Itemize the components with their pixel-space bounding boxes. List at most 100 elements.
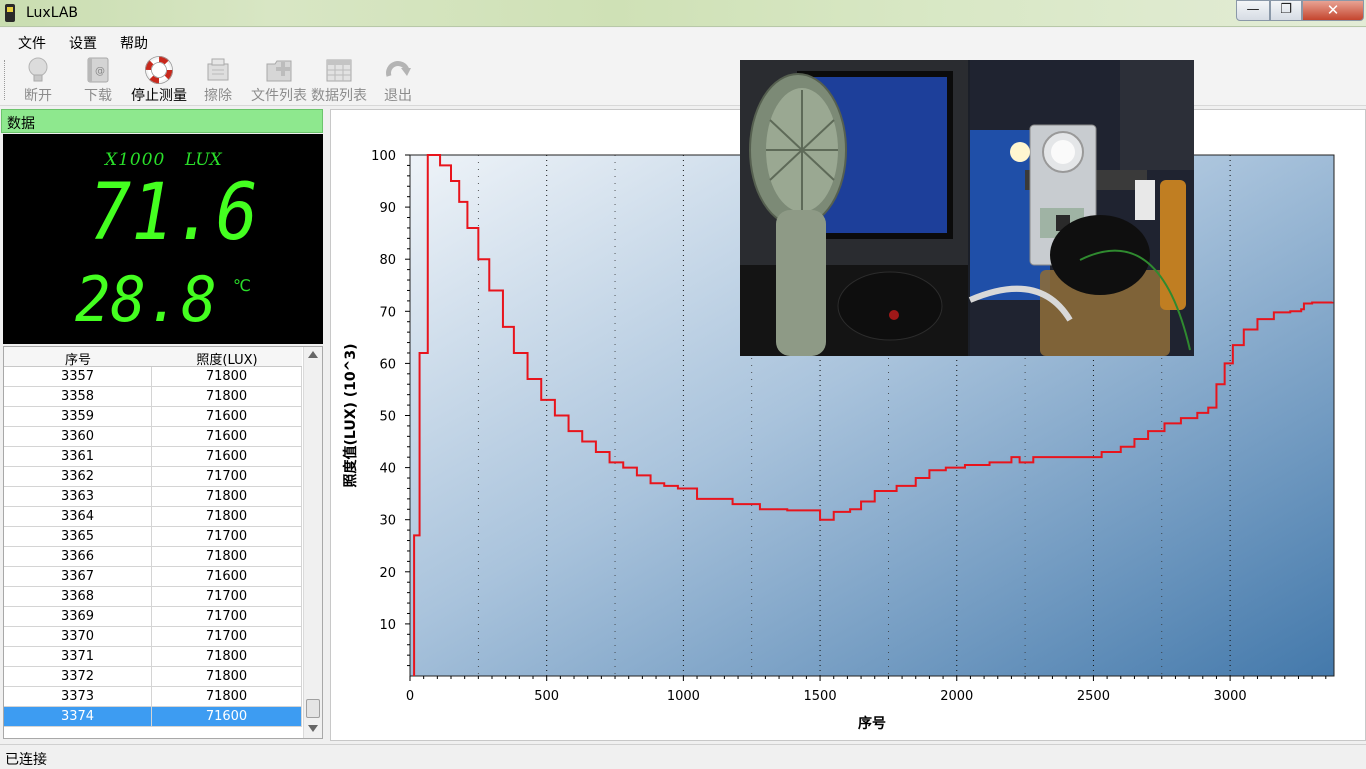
cell-lux: 71600	[152, 427, 302, 446]
erase-icon	[203, 56, 233, 84]
y-tick-label: 30	[379, 514, 396, 529]
cell-index: 3371	[4, 647, 152, 666]
y-tick-label: 10	[379, 618, 396, 633]
y-tick-label: 80	[379, 253, 396, 268]
cell-index: 3357	[4, 367, 152, 386]
toolbar-grip[interactable]	[4, 60, 7, 100]
bulb-icon	[23, 56, 53, 84]
y-tick-label: 70	[379, 305, 396, 320]
table-row[interactable]: 3357 71800	[4, 367, 302, 387]
column-header-index[interactable]: 序号	[4, 349, 152, 368]
table-row[interactable]: 3372 71800	[4, 667, 302, 687]
status-bar: 已连接	[0, 744, 1366, 768]
table-row[interactable]: 3374 71600	[4, 707, 302, 727]
x-tick-label: 1000	[667, 689, 700, 704]
scroll-up-arrow-icon[interactable]	[308, 351, 318, 358]
maximize-button[interactable]: ❐	[1270, 0, 1302, 21]
table-row[interactable]: 3368 71700	[4, 587, 302, 607]
cell-index: 3369	[4, 607, 152, 626]
folder-add-icon	[264, 56, 294, 84]
table-row[interactable]: 3365 71700	[4, 527, 302, 547]
cell-lux: 71800	[152, 547, 302, 566]
table-row[interactable]: 3359 71600	[4, 407, 302, 427]
disconnect-label: 断开	[24, 88, 52, 104]
cell-lux: 71800	[152, 487, 302, 506]
data-list-label: 数据列表	[311, 88, 367, 104]
scroll-down-arrow-icon[interactable]	[308, 725, 318, 732]
x-tick-label: 0	[406, 689, 414, 704]
stop-measure-button[interactable]: 停止测量	[128, 56, 190, 105]
cell-index: 3365	[4, 527, 152, 546]
column-header-lux[interactable]: 照度(LUX)	[152, 349, 302, 368]
cell-index: 3364	[4, 507, 152, 526]
close-button[interactable]: ✕	[1302, 0, 1364, 21]
y-axis-label: 照度值(LUX) (10^3)	[342, 343, 359, 487]
cell-lux: 71600	[152, 567, 302, 586]
y-tick-label: 40	[379, 462, 396, 477]
table-header: 序号 照度(LUX)	[4, 347, 302, 368]
table-row[interactable]: 3366 71800	[4, 547, 302, 567]
cell-index: 3374	[4, 707, 152, 726]
cell-index: 3363	[4, 487, 152, 506]
disconnect-button[interactable]: 断开	[22, 56, 54, 105]
table-scrollbar[interactable]	[303, 347, 322, 738]
table-row[interactable]: 3367 71600	[4, 567, 302, 587]
cell-index: 3367	[4, 567, 152, 586]
cell-index: 3362	[4, 467, 152, 486]
table-row[interactable]: 3358 71800	[4, 387, 302, 407]
data-table[interactable]: 序号 照度(LUX) 3357 71800 3358 71800 3359 71600 33…	[3, 346, 323, 739]
menu-file[interactable]: 文件	[18, 33, 46, 53]
y-tick-label: 20	[379, 566, 396, 581]
scale-label: X1000	[105, 150, 166, 170]
table-row[interactable]: 3362 71700	[4, 467, 302, 487]
table-row[interactable]: 3373 71800	[4, 687, 302, 707]
cell-lux: 71600	[152, 707, 302, 726]
menu-help[interactable]: 帮助	[120, 33, 148, 53]
x-tick-label: 2500	[1077, 689, 1110, 704]
menu-settings[interactable]: 设置	[69, 33, 97, 53]
x-tick-label: 1500	[804, 689, 837, 704]
y-tick-label: 60	[379, 357, 396, 372]
table-row[interactable]: 3364 71800	[4, 507, 302, 527]
table-row[interactable]: 3371 71800	[4, 647, 302, 667]
table-body: 3357 71800 3358 71800 3359 71600 3360 71600 3361…	[4, 367, 302, 727]
x-tick-label: 2000	[940, 689, 973, 704]
minimize-button[interactable]: —	[1236, 0, 1270, 21]
exit-label: 退出	[384, 88, 412, 104]
cell-index: 3373	[4, 687, 152, 706]
table-row[interactable]: 3363 71800	[4, 487, 302, 507]
cell-lux: 71800	[152, 647, 302, 666]
table-row[interactable]: 3369 71700	[4, 607, 302, 627]
cell-lux: 71800	[152, 507, 302, 526]
exit-arrow-icon	[383, 56, 413, 84]
download-book-icon: @	[83, 56, 113, 84]
stop-measure-label: 停止测量	[131, 88, 187, 104]
table-row[interactable]: 3370 71700	[4, 627, 302, 647]
file-list-button[interactable]: 文件列表	[250, 56, 308, 105]
cell-lux: 71700	[152, 467, 302, 486]
cell-lux: 71800	[152, 387, 302, 406]
table-row[interactable]: 3360 71600	[4, 427, 302, 447]
data-table-icon	[324, 56, 354, 84]
lifebuoy-icon	[144, 56, 174, 84]
x-axis-label: 序号	[858, 715, 886, 732]
cell-index: 3366	[4, 547, 152, 566]
cell-index: 3360	[4, 427, 152, 446]
connection-status: 已连接	[5, 752, 47, 768]
scroll-thumb[interactable]	[306, 699, 320, 718]
x-tick-label: 3000	[1214, 689, 1247, 704]
download-label: 下载	[84, 88, 112, 104]
x-tick-label: 500	[534, 689, 559, 704]
table-row[interactable]: 3361 71600	[4, 447, 302, 467]
erase-button[interactable]: 擦除	[202, 56, 234, 105]
cell-lux: 71700	[152, 627, 302, 646]
exit-button[interactable]: 退出	[382, 56, 414, 105]
lux-display: X1000 LUX 71.6 28.8 ℃	[3, 134, 323, 344]
temperature-unit: ℃	[233, 276, 251, 295]
download-button[interactable]: @ 下载	[82, 56, 114, 105]
data-list-button[interactable]: 数据列表	[310, 56, 368, 105]
window-title: LuxLAB	[26, 5, 79, 21]
cell-lux: 71800	[152, 667, 302, 686]
cell-index: 3368	[4, 587, 152, 606]
cell-lux: 71800	[152, 687, 302, 706]
